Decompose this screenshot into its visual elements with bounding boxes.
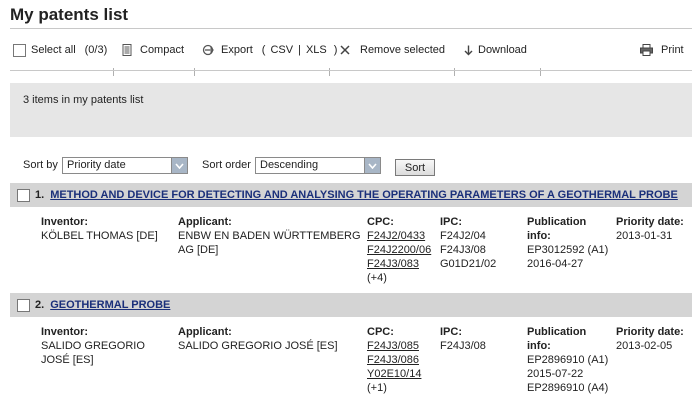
priority-column: Priority date: 2013-01-31 — [616, 215, 684, 243]
cpc-link[interactable]: F24J2/0433 — [367, 229, 431, 243]
chevron-down-icon[interactable] — [364, 158, 380, 173]
sort-button[interactable]: Sort — [395, 159, 435, 176]
applicant-value: AG [DE] — [178, 244, 219, 256]
publication-value: 2015-07-22 — [527, 368, 584, 380]
sort-by-label: Sort by — [23, 159, 58, 171]
info-box: 3 items in my patents list — [10, 83, 692, 137]
cpc-link[interactable]: F24J3/083 — [367, 257, 431, 271]
divider — [10, 70, 692, 71]
inventor-value: KÖLBEL THOMAS [DE] — [41, 230, 158, 242]
select-all-checkbox[interactable]: Select all (0/3) — [13, 37, 107, 63]
publication-label: info: — [527, 230, 551, 242]
chevron-down-icon[interactable] — [171, 158, 187, 173]
compact-button[interactable]: Compact — [122, 37, 184, 63]
applicant-value: ENBW EN BADEN WÜRTTEMBERG — [178, 230, 361, 242]
export-separator: | — [298, 44, 301, 56]
inventor-column: Inventor: KÖLBEL THOMAS [DE] — [41, 215, 158, 243]
sort-order-select[interactable]: Descending — [255, 157, 381, 174]
applicant-column: Applicant: SALIDO GREGORIO JOSÉ [ES] — [178, 325, 338, 353]
publication-column: Publication info: EP2896910 (A1) 2015-07… — [527, 325, 608, 395]
toolbar: Select all (0/3) Compact Export ( CSV | … — [10, 37, 692, 76]
export-label: Export — [221, 44, 253, 56]
inventor-label: Inventor: — [41, 216, 89, 228]
ipc-label: IPC: — [440, 216, 462, 228]
document-icon — [122, 44, 132, 56]
remove-selected-label: Remove selected — [360, 44, 445, 56]
cpc-link[interactable]: Y02E10/14 — [367, 367, 421, 381]
priority-label: Priority date: — [616, 216, 684, 228]
ipc-column: IPC: F24J2/04 F24J3/08 G01D21/02 — [440, 215, 496, 271]
compact-label: Compact — [140, 44, 185, 56]
publication-value: 2016-04-27 — [527, 258, 584, 270]
checkbox[interactable] — [13, 43, 26, 57]
sort-order-value: Descending — [260, 159, 319, 171]
applicant-value: SALIDO GREGORIO JOSÉ [ES] — [178, 340, 338, 352]
close-icon — [340, 45, 350, 55]
priority-value: 2013-01-31 — [616, 230, 673, 242]
cpc-link[interactable]: F24J3/086 — [367, 353, 421, 367]
result-title-link[interactable]: METHOD AND DEVICE FOR DETECTING AND ANAL… — [50, 189, 678, 201]
remove-selected-button[interactable]: Remove selected — [340, 37, 445, 63]
inventor-value: SALIDO GREGORIO — [41, 340, 145, 352]
export-xls-link[interactable]: XLS — [306, 44, 327, 56]
applicant-label: Applicant: — [178, 326, 232, 338]
sort-by-value: Priority date — [67, 159, 126, 171]
print-label: Print — [661, 44, 684, 56]
publication-label: info: — [527, 340, 551, 352]
print-button[interactable]: Print — [640, 37, 684, 63]
cpc-column: CPC: F24J3/085 F24J3/086 Y02E10/14 (+1) — [367, 325, 421, 395]
publication-value: EP2896910 (A1) — [527, 354, 609, 366]
page-title: My patents list — [10, 5, 129, 24]
export-group: Export ( CSV | XLS ) — [202, 37, 337, 63]
publication-label: Publication — [527, 326, 587, 338]
cpc-more: (+1) — [367, 382, 387, 394]
sort-controls: Sort by Priority date Sort order Descend… — [23, 157, 693, 177]
publication-value: EP3012592 (A1) — [527, 244, 609, 256]
publication-label: Publication — [527, 216, 587, 228]
applicant-label: Applicant: — [178, 216, 232, 228]
export-icon — [202, 44, 214, 56]
printer-icon — [640, 44, 653, 56]
cpc-more: (+4) — [367, 272, 387, 284]
priority-column: Priority date: 2013-02-05 — [616, 325, 684, 353]
export-csv-link[interactable]: CSV — [270, 44, 293, 56]
result-title-link[interactable]: GEOTHERMAL PROBE — [50, 299, 170, 311]
priority-label: Priority date: — [616, 326, 684, 338]
result-number: 2. — [35, 299, 45, 311]
arrow-down-icon — [464, 45, 473, 56]
result-header: 2. GEOTHERMAL PROBE — [10, 293, 692, 317]
publication-value: EP2896910 (A4) — [527, 382, 609, 394]
select-count: (0/3) — [84, 44, 108, 56]
result-checkbox[interactable] — [17, 188, 30, 202]
cpc-label: CPC: — [367, 326, 394, 338]
result-header: 1. METHOD AND DEVICE FOR DETECTING AND A… — [10, 183, 692, 207]
ipc-column: IPC: F24J3/08 — [440, 325, 486, 353]
cpc-link[interactable]: F24J3/085 — [367, 339, 421, 353]
download-button[interactable]: Download — [464, 37, 527, 63]
divider — [10, 28, 692, 29]
ipc-value: F24J3/08 — [440, 340, 486, 352]
ipc-value: F24J3/08 — [440, 244, 486, 256]
cpc-label: CPC: — [367, 216, 394, 228]
sort-order-label: Sort order — [202, 159, 251, 171]
publication-column: Publication info: EP3012592 (A1) 2016-04… — [527, 215, 608, 271]
export-paren-close: ) — [333, 44, 338, 56]
sort-by-select[interactable]: Priority date — [62, 157, 188, 174]
inventor-value: JOSÉ [ES] — [41, 354, 94, 366]
ipc-value: F24J2/04 — [440, 230, 486, 242]
result-checkbox[interactable] — [17, 298, 30, 312]
download-label: Download — [478, 44, 527, 56]
cpc-column: CPC: F24J2/0433 F24J2200/06 F24J3/083 (+… — [367, 215, 431, 285]
export-paren-open: ( — [261, 44, 266, 56]
items-count-text: 3 items in my patents list — [23, 94, 144, 106]
result-number: 1. — [35, 189, 45, 201]
ipc-label: IPC: — [440, 326, 462, 338]
applicant-column: Applicant: ENBW EN BADEN WÜRTTEMBERG AG … — [178, 215, 361, 257]
inventor-column: Inventor: SALIDO GREGORIO JOSÉ [ES] — [41, 325, 145, 367]
select-all-label: Select all — [31, 44, 76, 56]
inventor-label: Inventor: — [41, 326, 89, 338]
ipc-value: G01D21/02 — [440, 258, 497, 270]
priority-value: 2013-02-05 — [616, 340, 673, 352]
cpc-link[interactable]: F24J2200/06 — [367, 243, 431, 257]
